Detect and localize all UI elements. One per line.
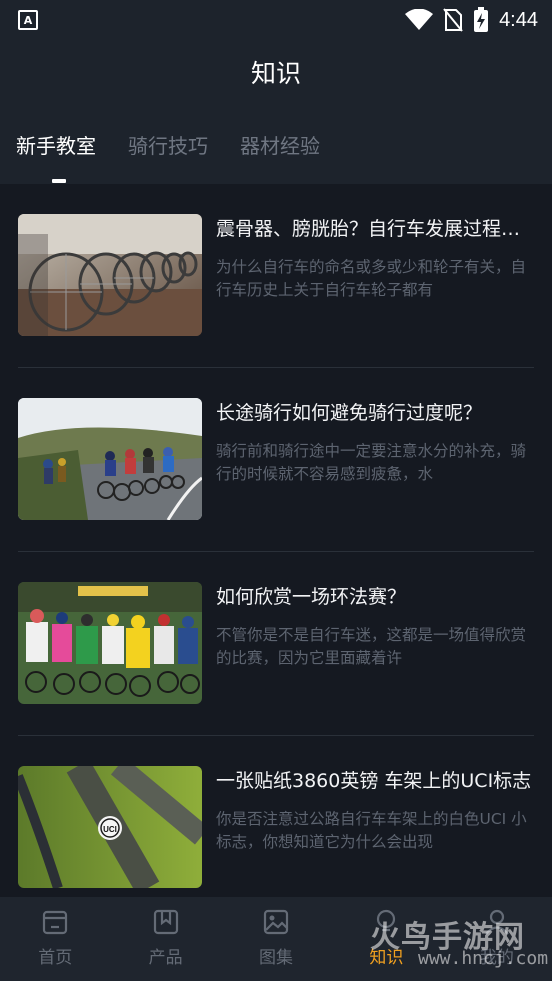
article-summary: 骑行前和骑行途中一定要注意水分的补充，骑行的时候就不容易感到疲惫，水 <box>216 442 527 483</box>
article-text: 长途骑行如何避免骑行过度呢？ 骑行前和骑行途中一定要注意水分的补充，骑行的时候就… <box>216 398 534 486</box>
active-tab-indicator <box>52 179 66 183</box>
top-bar: A 4:44 知识 新手教室 骑行技巧 器材经验 <box>0 0 552 184</box>
article-text: 如何欣赏一场环法赛？ 不管你是不是自行车迷，这都是一场值得欣赏的比赛，因为它里面… <box>216 582 534 670</box>
tab-riding-skills[interactable]: 骑行技巧 <box>128 130 208 166</box>
tab-label: 器材经验 <box>240 134 320 158</box>
article-item[interactable]: 震骨器、膀胱胎？自行车发展过程中的那些轮子 为什么自行车的命名或多或少和轮子有关… <box>18 184 534 368</box>
status-icons: 4:44 <box>405 6 538 34</box>
tab-equipment[interactable]: 器材经验 <box>240 130 320 166</box>
peloton-start-photo <box>18 582 202 704</box>
accessibility-a-icon: A <box>18 10 38 30</box>
tab-label: 新手教室 <box>16 134 96 158</box>
road-race-photo <box>18 398 202 520</box>
tab-beginner[interactable]: 新手教室 <box>16 130 96 183</box>
bookmark-icon <box>153 909 178 935</box>
image-icon <box>263 909 289 935</box>
article-headline: 如何欣赏一场环法赛？ <box>216 586 407 608</box>
wifi-icon <box>405 9 434 30</box>
article-item[interactable]: 长途骑行如何避免骑行过度呢？ 骑行前和骑行途中一定要注意水分的补充，骑行的时候就… <box>18 368 534 552</box>
clock: 4:44 <box>499 8 538 31</box>
article-item[interactable]: 如何欣赏一场环法赛？ 不管你是不是自行车迷，这都是一场值得欣赏的比赛，因为它里面… <box>18 552 534 736</box>
tab-label: 骑行技巧 <box>128 134 208 158</box>
nav-label: 产品 <box>148 948 183 968</box>
article-text: 一张贴纸3860英镑 车架上的UCI标志 你是否注意过公路自行车车架上的白色UC… <box>216 766 534 854</box>
article-headline: 震骨器、膀胱胎？自行车发展过程中的那些轮子 <box>216 218 534 240</box>
nav-label: 首页 <box>38 948 73 968</box>
status-bar: A 4:44 <box>0 0 552 40</box>
nav-home[interactable]: 首页 <box>0 897 110 981</box>
uci-frame-sticker-photo: UCI <box>18 766 202 888</box>
nav-gallery[interactable]: 图集 <box>221 897 331 981</box>
no-sim-icon <box>443 8 463 32</box>
home-icon <box>43 910 68 935</box>
article-item[interactable]: UCI 一张贴纸3860英镑 车架上的UCI标志 你是否注意过公路自行车车架上的… <box>18 736 534 920</box>
svg-text:UCI: UCI <box>103 825 117 834</box>
category-tabs: 新手教室 骑行技巧 器材经验 <box>16 130 352 183</box>
article-headline: 长途骑行如何避免骑行过度呢？ <box>216 402 483 424</box>
article-headline: 一张贴纸3860英镑 车架上的UCI标志 <box>216 770 532 792</box>
article-summary: 不管你是不是自行车迷，这都是一场值得欣赏的比赛，因为它里面藏着许 <box>216 626 527 667</box>
bicycles-parked-photo <box>18 214 202 336</box>
nav-products[interactable]: 产品 <box>110 897 220 981</box>
nav-label: 图集 <box>259 948 294 968</box>
article-summary: 你是否注意过公路自行车车架上的白色UCI 小标志，你想知道它为什么会出现 <box>216 810 527 851</box>
article-text: 震骨器、膀胱胎？自行车发展过程中的那些轮子 为什么自行车的命名或多或少和轮子有关… <box>216 214 534 302</box>
battery-charging-icon <box>474 7 489 32</box>
article-summary: 为什么自行车的命名或多或少和轮子有关，自行车历史上关于自行车轮子都有 <box>216 258 527 299</box>
watermark-url: www.hncj.com <box>418 948 549 969</box>
page-title: 知识 <box>250 59 301 88</box>
